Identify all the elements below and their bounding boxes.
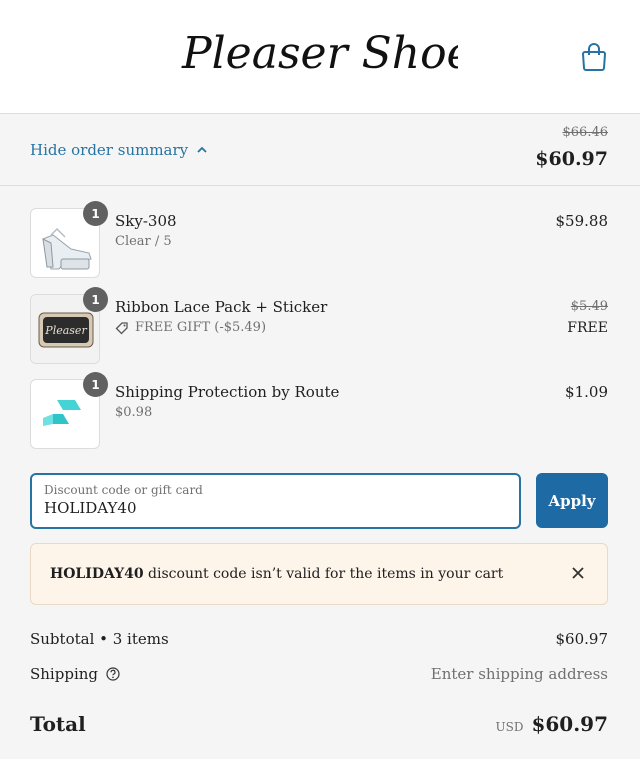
shipping-label: Shipping	[30, 665, 98, 683]
close-icon[interactable]	[569, 562, 587, 584]
item-price: $59.88	[555, 212, 609, 230]
discount-label: FREE GIFT (-$5.49)	[135, 320, 267, 335]
pleaser-shoes-logo[interactable]: Pleaser Shoes	[178, 20, 458, 92]
error-message: HOLIDAY40 discount code isn’t valid for …	[50, 566, 503, 582]
line-item-sky-308: 1 Sky-308 Clear / 5 $59.88	[30, 201, 609, 278]
item-original-price: $5.49	[570, 299, 608, 314]
error-message-text: discount code isn’t valid for the items …	[143, 566, 504, 582]
shipping-value: Enter shipping address	[430, 665, 608, 683]
line-item-ribbon-lace-pack: Pleaser 1 Ribbon Lace Pack + Sticker FRE…	[30, 287, 608, 364]
item-variant-text: Clear / 5	[115, 234, 172, 249]
order-summary-toggle: Hide order summary $66.46 $60.97	[0, 115, 640, 186]
subtotal-value: $60.97	[555, 630, 609, 648]
total-value-wrap: USD $60.97	[495, 712, 608, 736]
line-item-shipping-protection: 1 Shipping Protection by Route $0.98 $1.…	[30, 372, 608, 449]
discount-code-input[interactable]	[44, 499, 504, 517]
subtotal-label: Subtotal • 3 items	[30, 630, 169, 648]
total-value: $60.97	[531, 712, 608, 736]
currency-code: USD	[495, 720, 524, 734]
site-header: Pleaser Shoes	[0, 0, 640, 114]
discount-field-label: Discount code or gift card	[44, 483, 203, 497]
discount-error-banner: HOLIDAY40 discount code isn’t valid for …	[30, 543, 608, 605]
item-name: Sky-308	[115, 212, 177, 230]
item-discount: FREE GIFT (-$5.49)	[115, 320, 266, 335]
quantity-badge: 1	[83, 201, 108, 226]
total-label: Total	[30, 712, 86, 736]
original-total: $66.46	[562, 125, 609, 140]
item-variant: $0.98	[115, 405, 152, 420]
hide-order-summary-link[interactable]: Hide order summary	[30, 141, 208, 159]
item-variant: Clear / 5	[115, 234, 172, 249]
hide-order-summary-label: Hide order summary	[30, 141, 189, 159]
item-price: $1.09	[565, 383, 608, 401]
item-price: FREE	[567, 320, 608, 336]
help-circle-icon[interactable]	[106, 667, 120, 681]
shipping-label-wrap: Shipping	[30, 665, 120, 683]
close-icon-glyph	[572, 567, 584, 579]
thumb-label: Pleaser	[44, 324, 87, 337]
discount-code-field[interactable]: Discount code or gift card	[30, 473, 521, 529]
summary-total: $60.97	[535, 148, 608, 170]
error-discount-code: HOLIDAY40	[50, 566, 144, 582]
quantity-badge: 1	[83, 287, 108, 312]
tag-icon	[115, 321, 128, 334]
quantity-badge: 1	[83, 372, 108, 397]
logo-text: Pleaser Shoes	[181, 28, 458, 79]
item-variant-text: $0.98	[115, 405, 153, 420]
item-name: Shipping Protection by Route	[115, 383, 340, 401]
cart-bag-icon[interactable]	[580, 42, 608, 72]
apply-discount-button[interactable]: Apply	[536, 473, 608, 528]
chevron-up-icon	[197, 146, 207, 153]
item-name: Ribbon Lace Pack + Sticker	[115, 298, 328, 316]
